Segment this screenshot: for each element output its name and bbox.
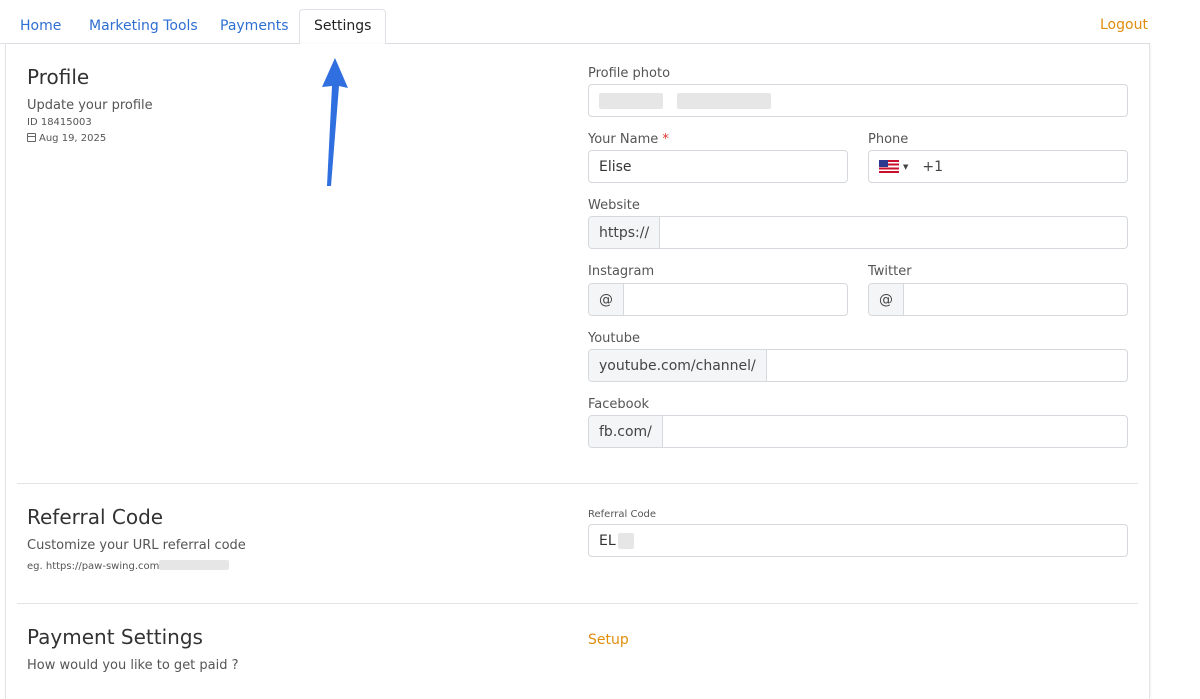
instagram-input[interactable]	[624, 284, 847, 315]
name-input[interactable]	[589, 151, 847, 182]
caret-down-icon: ▼	[903, 162, 909, 171]
payment-title: Payment Settings	[27, 625, 203, 649]
facebook-field[interactable]: fb.com/	[588, 415, 1128, 448]
referral-code-label: Referral Code	[588, 509, 657, 520]
facebook-label: Facebook	[588, 397, 650, 412]
tab-payments[interactable]: Payments	[205, 9, 304, 44]
required-marker: *	[662, 132, 669, 147]
youtube-prefix: youtube.com/channel/	[589, 350, 767, 381]
tab-home[interactable]: Home	[5, 9, 76, 44]
referral-example: eg. https://paw-swing.com	[27, 561, 160, 572]
facebook-prefix: fb.com/	[589, 416, 663, 447]
tab-settings[interactable]: Settings	[299, 9, 387, 45]
section-divider	[17, 603, 1138, 604]
settings-card: Profile Update your profile ID 18415003 …	[5, 44, 1150, 699]
annotation-arrow-icon	[322, 58, 348, 186]
referral-code-value: EL	[599, 532, 616, 549]
nav-tabs: Home Marketing Tools Payments Settings	[0, 0, 1150, 45]
profile-photo-placeholder	[589, 85, 771, 116]
referral-subtitle: Customize your URL referral code	[27, 538, 246, 553]
name-label-text: Your Name	[588, 132, 659, 147]
youtube-label: Youtube	[588, 331, 640, 346]
referral-code-field[interactable]: EL	[588, 524, 1128, 557]
referral-code-input[interactable]	[633, 525, 1127, 556]
profile-photo-label: Profile photo	[588, 66, 671, 81]
referral-example-row: eg. https://paw-swing.com	[27, 560, 230, 572]
youtube-field[interactable]: youtube.com/channel/	[588, 349, 1128, 382]
phone-label: Phone	[868, 132, 909, 147]
facebook-input[interactable]	[662, 416, 1127, 447]
us-flag-icon	[879, 160, 899, 173]
payment-subtitle: How would you like to get paid ?	[27, 658, 239, 673]
redacted-block	[677, 92, 771, 109]
phone-field[interactable]: ▼ +1	[868, 150, 1128, 183]
twitter-field[interactable]: @	[868, 283, 1128, 316]
profile-date-row: Aug 19, 2025	[27, 133, 106, 144]
instagram-label: Instagram	[588, 264, 655, 279]
website-field[interactable]: https://	[588, 216, 1128, 249]
redacted-block	[159, 560, 230, 570]
redacted-block	[599, 92, 663, 109]
phone-country-code: +1	[922, 158, 944, 175]
instagram-field[interactable]: @	[588, 283, 848, 316]
profile-id: ID 18415003	[27, 117, 92, 128]
name-label: Your Name *	[588, 132, 669, 147]
profile-photo-field[interactable]	[588, 84, 1128, 117]
calendar-icon	[27, 133, 36, 142]
profile-date: Aug 19, 2025	[39, 133, 107, 144]
country-selector[interactable]: ▼ +1	[869, 151, 943, 182]
logout-link[interactable]: Logout	[1092, 9, 1156, 42]
website-input[interactable]	[660, 217, 1127, 248]
website-label: Website	[588, 198, 640, 213]
referral-code-value-row: EL	[589, 525, 634, 556]
twitter-prefix: @	[869, 284, 904, 315]
twitter-input[interactable]	[904, 284, 1127, 315]
section-divider	[17, 483, 1138, 484]
twitter-label: Twitter	[868, 264, 912, 279]
website-prefix: https://	[589, 217, 661, 248]
referral-title: Referral Code	[27, 505, 164, 529]
profile-title: Profile	[27, 65, 90, 89]
youtube-input[interactable]	[766, 350, 1127, 381]
tab-marketing-tools[interactable]: Marketing Tools	[74, 9, 213, 44]
profile-subtitle: Update your profile	[27, 98, 153, 113]
phone-input[interactable]	[943, 151, 1127, 182]
payment-setup-link[interactable]: Setup	[588, 632, 629, 648]
redacted-block	[617, 532, 634, 549]
instagram-prefix: @	[589, 284, 624, 315]
name-field[interactable]	[588, 150, 848, 183]
